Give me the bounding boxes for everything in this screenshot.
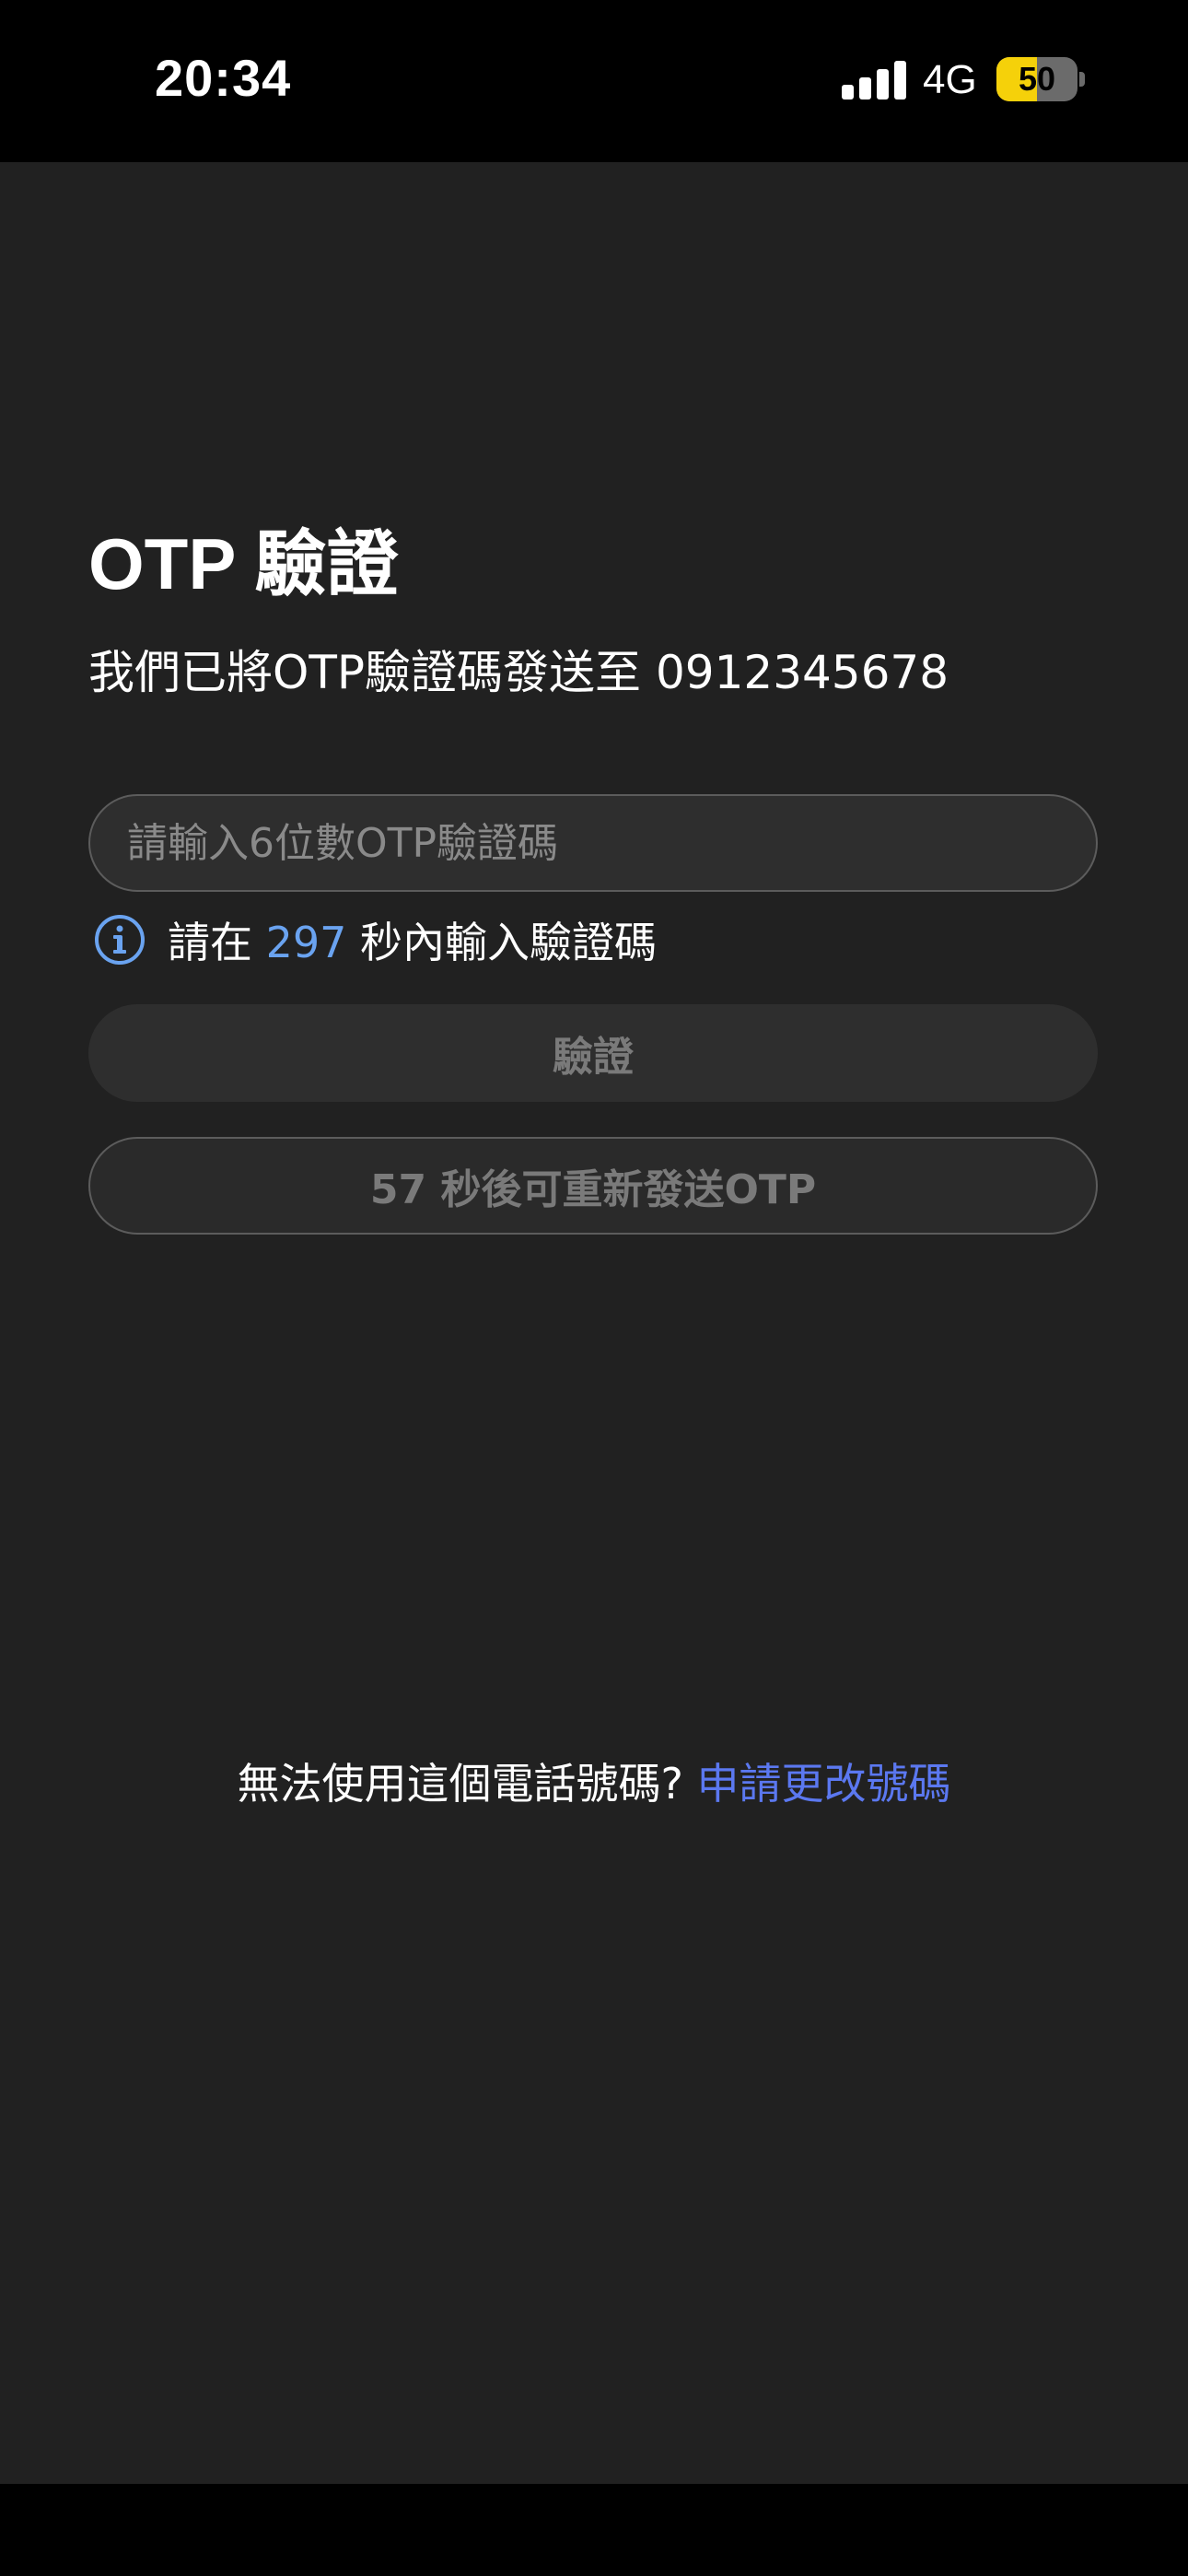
change-number-prompt: 無法使用這個電話號碼? [237,1759,697,1809]
timer-prefix: 請在 [168,918,266,967]
change-number-link[interactable]: 申請更改號碼 [697,1759,951,1809]
status-time: 20:34 [155,49,292,107]
battery-percent: 50 [1018,60,1056,98]
bottom-bar [0,2484,1188,2576]
timer-seconds: 297 [265,918,347,967]
otp-input[interactable] [88,794,1098,892]
verify-button[interactable]: 驗證 [88,1004,1098,1102]
signal-icon [842,61,906,100]
change-number-row: 無法使用這個電話號碼? 申請更改號碼 [0,1751,1188,1811]
timer-row: 請在 297 秒內輸入驗證碼 [94,910,657,969]
sent-notice: 我們已將OTP驗證碼發送至 0912345678 [88,646,949,699]
battery-tip [1079,72,1085,87]
timer-text: 請在 297 秒內輸入驗證碼 [168,909,657,970]
resend-otp-button[interactable]: 57 秒後可重新發送OTP [88,1137,1098,1235]
status-bar: 20:34 4G 50 [0,0,1188,162]
page-title: OTP 驗證 [88,523,399,604]
timer-suffix: 秒內輸入驗證碼 [346,918,658,967]
network-label: 4G [923,57,977,102]
info-icon [95,915,145,965]
battery-icon: 50 [996,57,1077,101]
